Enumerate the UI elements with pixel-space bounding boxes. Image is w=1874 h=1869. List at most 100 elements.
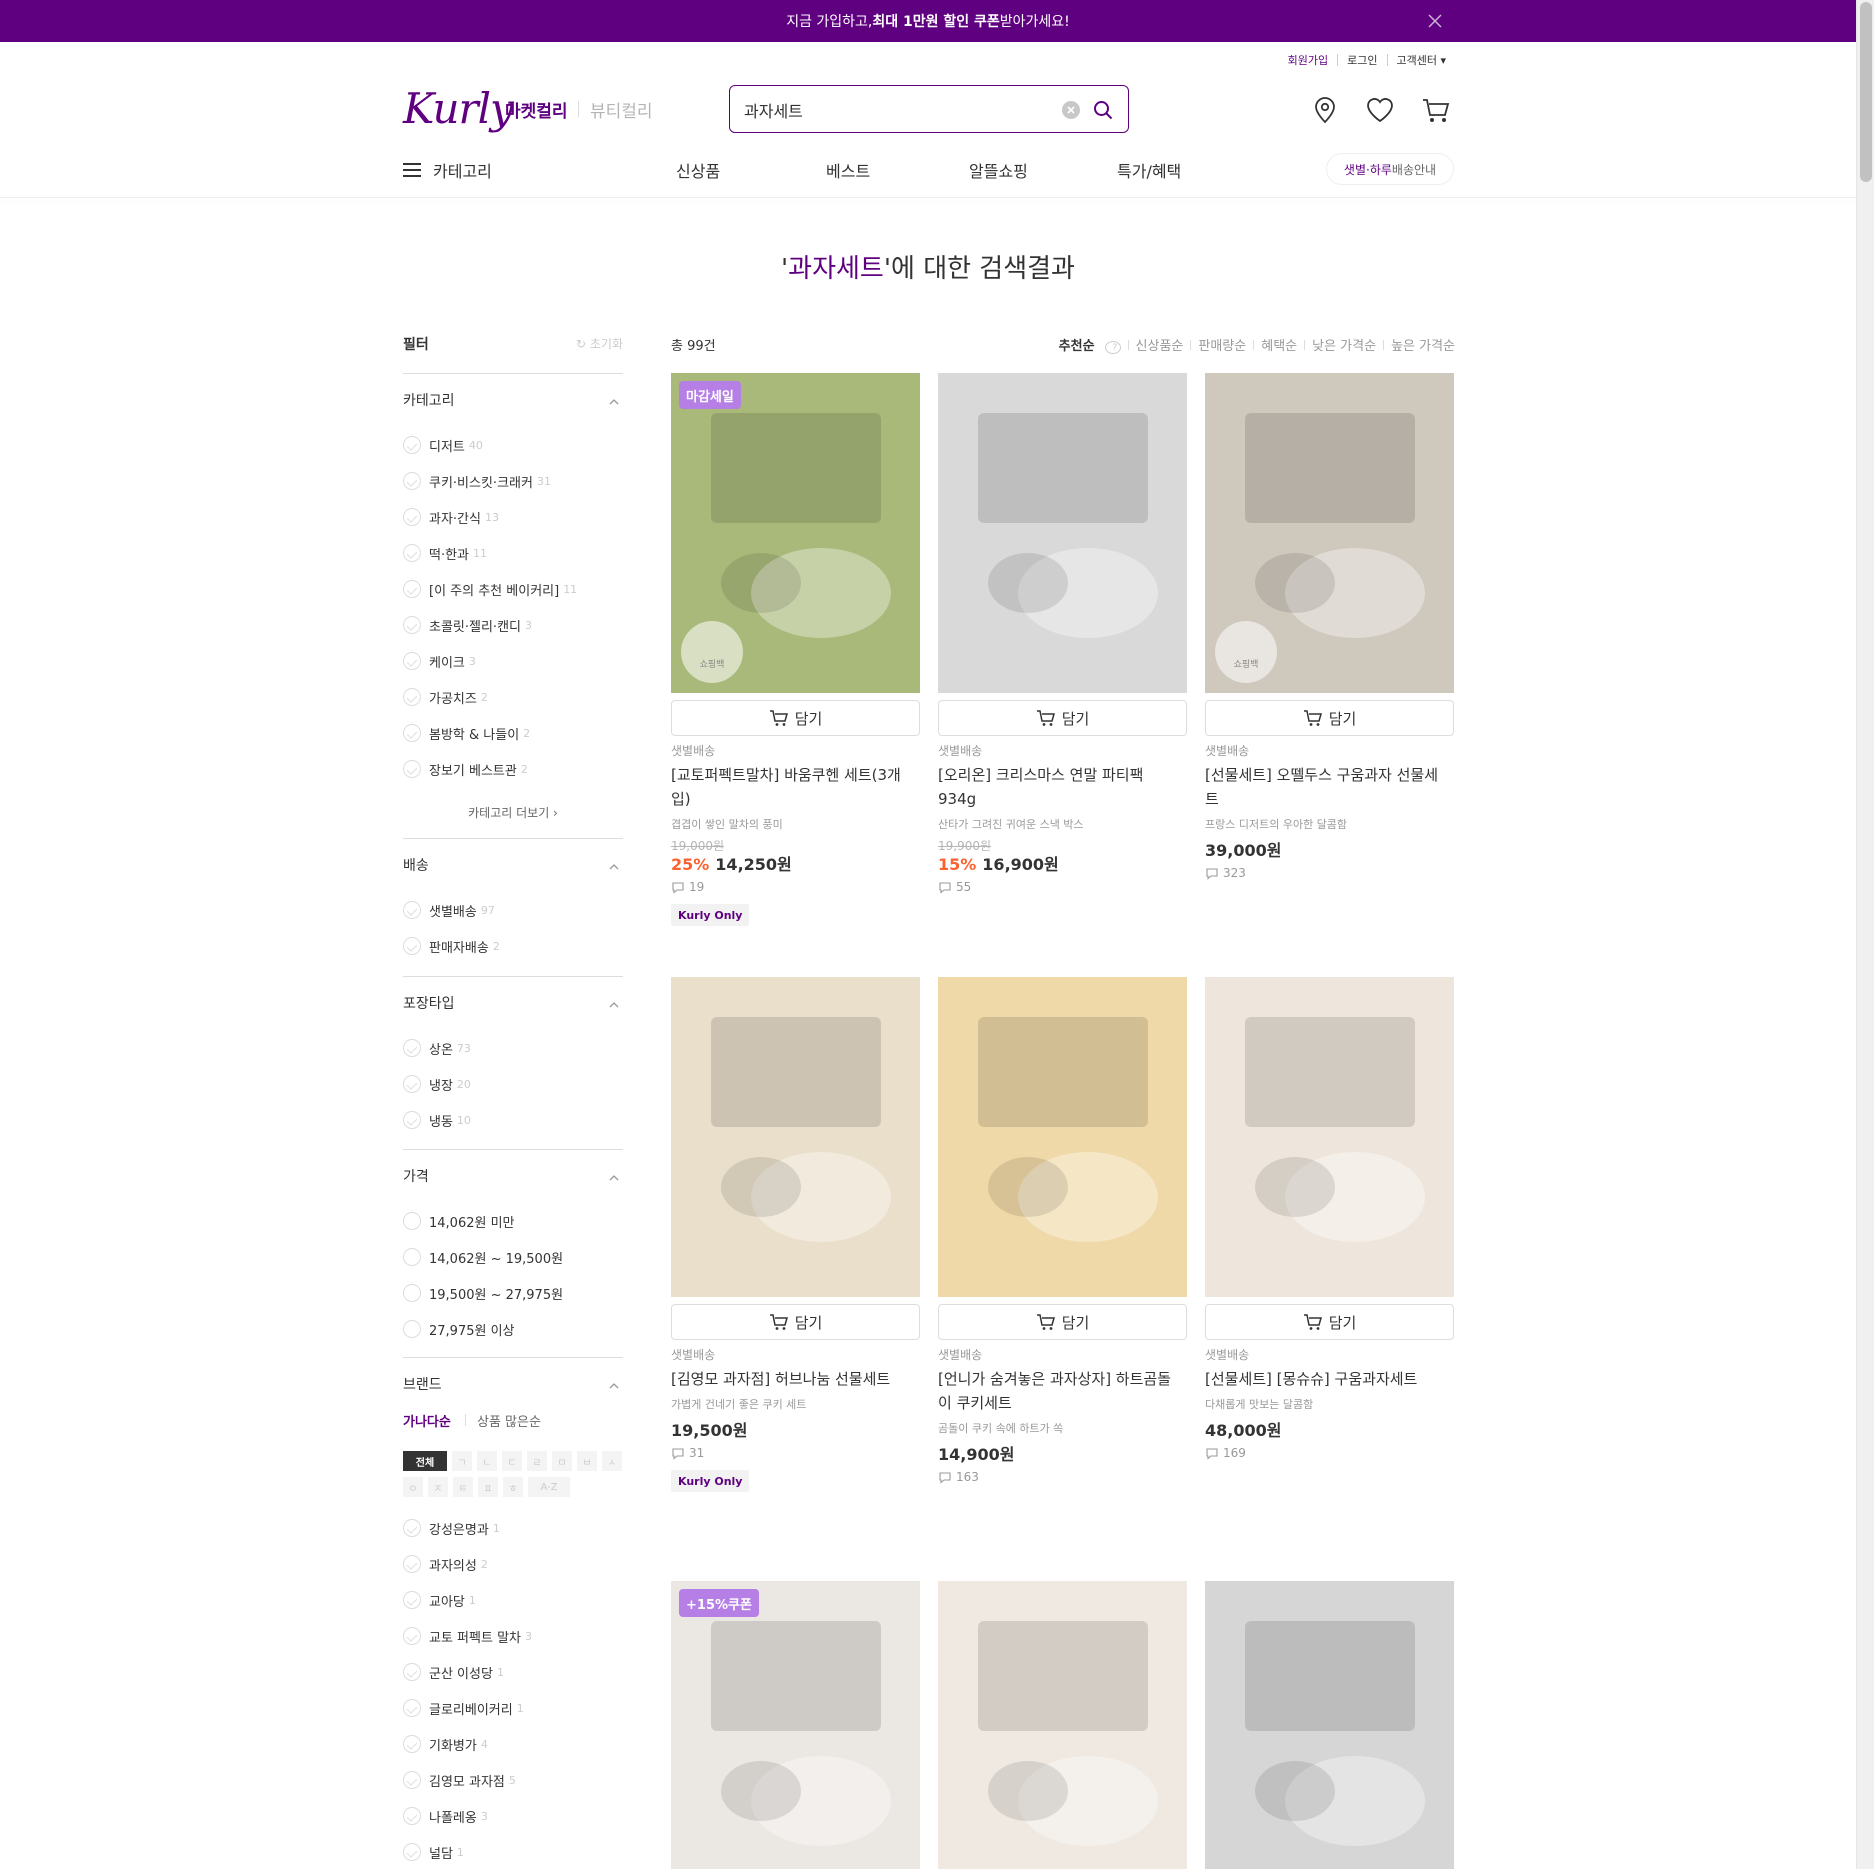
product-image[interactable] bbox=[671, 977, 920, 1297]
sort-low-price[interactable]: 낮은 가격순 bbox=[1305, 335, 1383, 354]
review-count[interactable]: 163 bbox=[938, 1470, 979, 1484]
filter-option[interactable]: 샛별배송 97 bbox=[403, 898, 495, 922]
add-to-cart-button[interactable]: 담기 bbox=[938, 700, 1187, 736]
checkbox[interactable] bbox=[403, 688, 421, 706]
product-image[interactable]: +15%쿠폰 bbox=[671, 1581, 920, 1869]
filter-option[interactable]: 디저트 40 bbox=[403, 433, 483, 457]
brand-letter[interactable]: ㅈ bbox=[428, 1477, 448, 1497]
filter-option[interactable]: 14,062원 미만 bbox=[403, 1209, 515, 1233]
filter-option[interactable]: 19,500원 ~ 27,975원 bbox=[403, 1281, 563, 1305]
brand-letter[interactable]: A-Z bbox=[528, 1477, 570, 1497]
checkbox[interactable] bbox=[403, 1807, 421, 1825]
brand-letter[interactable]: ㅇ bbox=[403, 1477, 423, 1497]
help-icon[interactable]: ? bbox=[1104, 341, 1121, 354]
filter-option[interactable]: 가공치즈 2 bbox=[403, 685, 488, 709]
sort-recommended[interactable]: 추천순? bbox=[1045, 335, 1128, 354]
collapse-chevron-icon[interactable] bbox=[609, 392, 619, 405]
product-name[interactable]: [김영모 과자점] 허브나눔 선물세트 bbox=[671, 1367, 916, 1391]
checkbox[interactable] bbox=[403, 1519, 421, 1537]
radio-button[interactable] bbox=[403, 1248, 421, 1266]
nav-bargain[interactable]: 알뜰쇼핑 bbox=[969, 158, 1028, 182]
product-name[interactable]: [선물세트] [몽슈슈] 구움과자세트 bbox=[1205, 1367, 1450, 1391]
search-icon[interactable] bbox=[1092, 99, 1114, 121]
product-image[interactable]: 마감세일 쇼핑백 bbox=[671, 373, 920, 693]
sort-sales[interactable]: 판매량순 bbox=[1191, 335, 1253, 354]
brand-letter-6[interactable]: ㅂ bbox=[577, 1451, 597, 1471]
filter-option[interactable]: 교토 퍼펙트 말차 3 bbox=[403, 1624, 532, 1648]
sort-newest[interactable]: 신상품순 bbox=[1129, 335, 1191, 354]
product-name[interactable]: [언니가 숨겨놓은 과자상자] 하트곰돌이 쿠키세트 bbox=[938, 1367, 1183, 1415]
search-input[interactable] bbox=[744, 98, 1044, 122]
brand-letter-all[interactable]: 전체 bbox=[403, 1451, 447, 1471]
filter-option[interactable]: 군산 이성당 1 bbox=[403, 1660, 504, 1684]
review-count[interactable]: 323 bbox=[1205, 866, 1246, 880]
checkbox[interactable] bbox=[403, 937, 421, 955]
filter-option[interactable]: 냉동 10 bbox=[403, 1108, 471, 1132]
brand-sort-count[interactable]: 상품 많은순 bbox=[477, 1411, 541, 1430]
filter-option[interactable]: 나폴레옹 3 bbox=[403, 1804, 488, 1828]
product-name[interactable]: [선물세트] 오뗄두스 구움과자 선물세트 bbox=[1205, 763, 1450, 811]
delivery-info-button[interactable]: 샛별·하루 배송안내 bbox=[1326, 153, 1454, 185]
brand-letter-7[interactable]: ㅅ bbox=[602, 1451, 622, 1471]
filter-option[interactable]: 케이크 3 bbox=[403, 649, 476, 673]
collapse-chevron-icon[interactable] bbox=[609, 995, 619, 1008]
filter-option[interactable]: 널담 1 bbox=[403, 1840, 464, 1864]
filter-option[interactable]: 교아당 1 bbox=[403, 1588, 476, 1612]
location-pin-icon[interactable] bbox=[1309, 94, 1341, 126]
checkbox[interactable] bbox=[403, 1039, 421, 1057]
checkbox[interactable] bbox=[403, 724, 421, 742]
filter-option[interactable]: 초콜릿·젤리·캔디 3 bbox=[403, 613, 532, 637]
category-menu[interactable]: 카테고리 bbox=[403, 158, 492, 182]
close-icon[interactable] bbox=[1424, 10, 1446, 32]
checkbox[interactable] bbox=[403, 1663, 421, 1681]
collapse-chevron-icon[interactable] bbox=[609, 857, 619, 870]
product-image[interactable] bbox=[1205, 977, 1454, 1297]
filter-option[interactable]: 봄방학 & 나들이 2 bbox=[403, 721, 530, 745]
promo-banner[interactable]: 지금 가입하고, 최대 1만원 할인 쿠폰 받아가세요! bbox=[0, 0, 1856, 42]
product-name[interactable]: [교토퍼펙트말차] 바움쿠헨 세트(3개입) bbox=[671, 763, 916, 811]
review-count[interactable]: 19 bbox=[671, 880, 704, 894]
filter-option[interactable]: 과자·간식 13 bbox=[403, 505, 499, 529]
brand-letter-3[interactable]: ㄷ bbox=[502, 1451, 522, 1471]
checkbox[interactable] bbox=[403, 1075, 421, 1093]
checkbox[interactable] bbox=[403, 544, 421, 562]
nav-specials[interactable]: 특가/혜택 bbox=[1117, 158, 1181, 182]
market-kurly-tab[interactable]: 마켓컬리 bbox=[505, 97, 568, 122]
product-image[interactable] bbox=[938, 373, 1187, 693]
checkbox[interactable] bbox=[403, 1555, 421, 1573]
checkbox[interactable] bbox=[403, 652, 421, 670]
checkbox[interactable] bbox=[403, 901, 421, 919]
checkbox[interactable] bbox=[403, 508, 421, 526]
radio-button[interactable] bbox=[403, 1320, 421, 1338]
login-link[interactable]: 로그인 bbox=[1338, 52, 1386, 68]
checkbox[interactable] bbox=[403, 1735, 421, 1753]
add-to-cart-button[interactable]: 담기 bbox=[671, 1304, 920, 1340]
filter-option[interactable]: 27,975원 이상 bbox=[403, 1317, 515, 1341]
filter-option[interactable]: 쿠키·비스킷·크래커 31 bbox=[403, 469, 551, 493]
filter-option[interactable]: [이 주의 추천 베이커리] 11 bbox=[403, 577, 577, 601]
brand-letter[interactable]: ㅎ bbox=[503, 1477, 523, 1497]
page-scrollbar[interactable] bbox=[1856, 0, 1874, 1869]
product-image[interactable] bbox=[938, 1581, 1187, 1869]
filter-option[interactable]: 강성은명과 1 bbox=[403, 1516, 500, 1540]
filter-option[interactable]: 14,062원 ~ 19,500원 bbox=[403, 1245, 563, 1269]
scrollbar-thumb[interactable] bbox=[1860, 2, 1872, 182]
checkbox[interactable] bbox=[403, 1591, 421, 1609]
heart-icon[interactable] bbox=[1364, 94, 1396, 126]
checkbox[interactable] bbox=[403, 580, 421, 598]
add-to-cart-button[interactable]: 담기 bbox=[938, 1304, 1187, 1340]
brand-letter-4[interactable]: ㄹ bbox=[527, 1451, 547, 1471]
brand-letter-2[interactable]: ㄴ bbox=[477, 1451, 497, 1471]
product-name[interactable]: [오리온] 크리스마스 연말 파티팩 934g bbox=[938, 763, 1183, 811]
filter-option[interactable]: 김영모 과자점 5 bbox=[403, 1768, 516, 1792]
filter-option[interactable]: 상온 73 bbox=[403, 1036, 471, 1060]
filter-option[interactable]: 과자의성 2 bbox=[403, 1552, 488, 1576]
checkbox[interactable] bbox=[403, 1771, 421, 1789]
filter-option[interactable]: 기화병가 4 bbox=[403, 1732, 488, 1756]
radio-button[interactable] bbox=[403, 1284, 421, 1302]
filter-option[interactable]: 냉장 20 bbox=[403, 1072, 471, 1096]
product-image[interactable]: 쇼핑백 bbox=[1205, 373, 1454, 693]
review-count[interactable]: 169 bbox=[1205, 1446, 1246, 1460]
review-count[interactable]: 55 bbox=[938, 880, 971, 894]
checkbox[interactable] bbox=[403, 760, 421, 778]
